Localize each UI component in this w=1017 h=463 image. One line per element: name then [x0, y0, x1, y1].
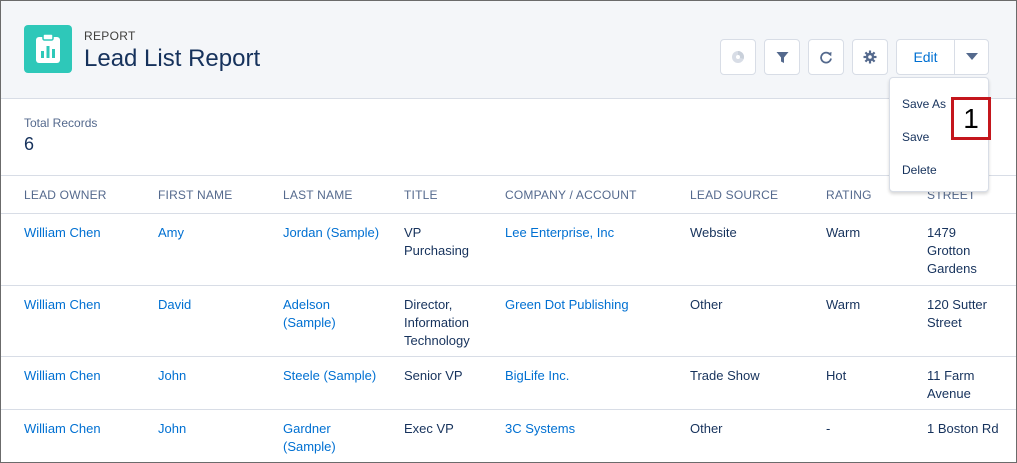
menu-item-save-as[interactable]: Save As: [902, 97, 946, 111]
title-cell: Director, Information Technology: [404, 297, 470, 348]
report-page: REPORT Lead List Report Edit Total Recor…: [0, 0, 1017, 463]
street-cell: 11 Farm Avenue: [927, 368, 975, 401]
edit-button-group: Edit: [896, 39, 989, 75]
total-records-label: Total Records: [24, 116, 98, 130]
column-header-lead-owner[interactable]: LEAD OWNER: [24, 188, 107, 202]
total-records-value: 6: [24, 134, 35, 154]
last-name-link[interactable]: Jordan (Sample): [283, 224, 379, 242]
filter-button[interactable]: [764, 39, 800, 75]
last-name-link[interactable]: Adelson (Sample): [283, 296, 336, 332]
company-link[interactable]: BigLife Inc.: [505, 367, 569, 385]
lead-owner-link[interactable]: William Chen: [24, 367, 101, 385]
title-cell: VP Purchasing: [404, 225, 470, 258]
column-header-title[interactable]: TITLE: [404, 188, 438, 202]
last-name-link[interactable]: Steele (Sample): [283, 367, 376, 385]
refresh-icon: [820, 51, 832, 64]
street-cell: 1 Boston Rd: [927, 421, 999, 436]
object-type-label: REPORT: [84, 29, 136, 43]
rating-cell: Warm: [826, 225, 861, 240]
first-name-link[interactable]: John: [158, 420, 186, 438]
chart-button[interactable]: [720, 39, 756, 75]
menu-item-save[interactable]: Save: [902, 130, 929, 144]
step-callout-badge: 1: [951, 97, 991, 140]
last-name-link[interactable]: Gardner (Sample): [283, 420, 336, 456]
title-cell: Exec VP: [404, 421, 454, 436]
street-cell: 120 Sutter Street: [927, 297, 987, 330]
column-header-first-name[interactable]: FIRST NAME: [158, 188, 232, 202]
table-row: William Chen David Adelson (Sample) Direc…: [1, 286, 1016, 357]
column-header-last-name[interactable]: LAST NAME: [283, 188, 353, 202]
first-name-link[interactable]: John: [158, 367, 186, 385]
table-header: LEAD OWNER FIRST NAME LAST NAME TITLE CO…: [1, 175, 1016, 214]
table-row: William Chen John Gardner (Sample) Exec V…: [1, 410, 1016, 462]
lead-owner-link[interactable]: William Chen: [24, 296, 101, 314]
table-row: William Chen John Steele (Sample) Senior…: [1, 357, 1016, 410]
street-cell: 1479 Grotton Gardens: [927, 225, 977, 276]
company-link[interactable]: 3C Systems: [505, 420, 575, 438]
filter-icon: [776, 51, 788, 63]
column-header-lead-source[interactable]: LEAD SOURCE: [690, 188, 778, 202]
first-name-link[interactable]: David: [158, 296, 191, 314]
page-header: REPORT Lead List Report Edit: [1, 1, 1016, 99]
report-icon: [24, 25, 72, 73]
column-header-rating[interactable]: RATING: [826, 188, 872, 202]
lead-source-cell: Other: [690, 297, 723, 312]
first-name-link[interactable]: Amy: [158, 224, 184, 242]
menu-item-delete[interactable]: Delete: [902, 163, 937, 177]
title-cell: Senior VP: [404, 368, 463, 383]
column-header-company[interactable]: COMPANY / ACCOUNT: [505, 188, 637, 202]
gear-icon: [863, 50, 877, 64]
refresh-button[interactable]: [808, 39, 844, 75]
rating-cell: Hot: [826, 368, 847, 383]
page-title: Lead List Report: [84, 45, 261, 72]
more-actions-button[interactable]: [955, 40, 988, 74]
company-link[interactable]: Green Dot Publishing: [505, 296, 629, 314]
lead-source-cell: Website: [690, 225, 737, 240]
company-link[interactable]: Lee Enterprise, Inc: [505, 224, 614, 242]
edit-button[interactable]: Edit: [897, 40, 955, 74]
lead-source-cell: Trade Show: [690, 368, 760, 383]
table-row: William Chen Amy Jordan (Sample) VP Purch…: [1, 214, 1016, 286]
lead-owner-link[interactable]: William Chen: [24, 224, 101, 242]
lead-owner-link[interactable]: William Chen: [24, 420, 101, 438]
lead-source-cell: Other: [690, 421, 723, 436]
rating-cell: -: [826, 421, 831, 436]
chevron-down-icon: [965, 53, 978, 60]
settings-button[interactable]: [852, 39, 888, 75]
chart-icon: [732, 51, 744, 63]
rating-cell: Warm: [826, 297, 861, 312]
